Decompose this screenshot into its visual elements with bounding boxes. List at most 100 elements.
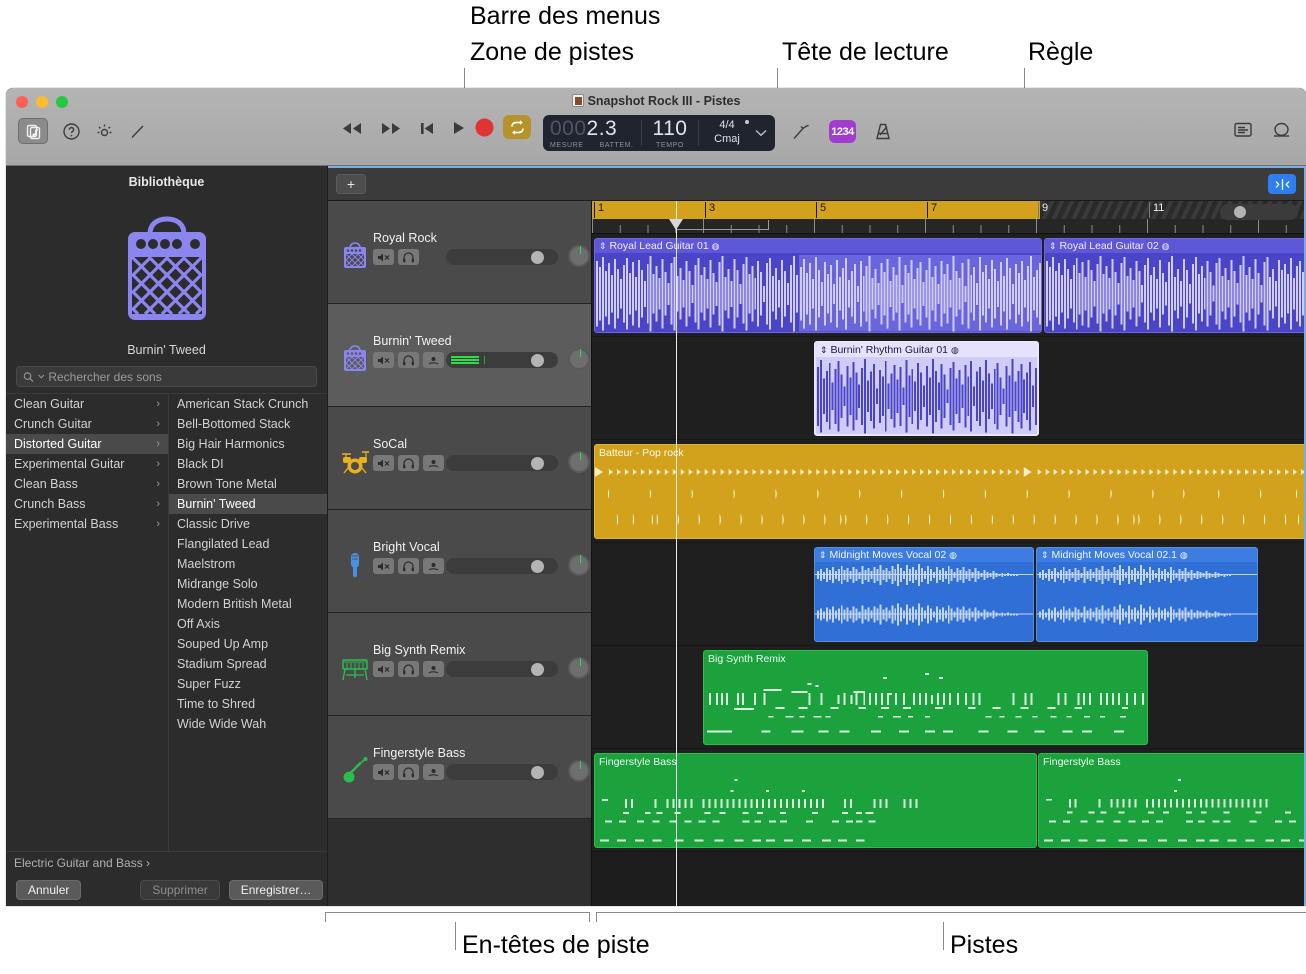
track-lane[interactable]: ⇕ Burnin' Rhythm Guitar 01 ◍ (592, 337, 1304, 440)
track-name[interactable]: Burnin' Tweed (373, 334, 452, 348)
record-icon[interactable] (474, 117, 495, 138)
pan-knob[interactable] (568, 657, 590, 679)
library-patch-item[interactable]: Super Fuzz (169, 674, 327, 694)
library-patch-item[interactable]: Classic Drive (169, 514, 327, 534)
region-fingerstyle-bass-2[interactable]: Fingerstyle Bass (1038, 753, 1304, 848)
volume-slider[interactable] (446, 661, 558, 677)
mute-button[interactable] (373, 764, 394, 780)
delete-button[interactable]: Supprimer (140, 880, 219, 900)
library-patch-item[interactable]: Midrange Solo (169, 574, 327, 594)
playhead-handle[interactable] (669, 219, 683, 230)
library-patch-item[interactable]: Bell-Bottomed Stack (169, 414, 327, 434)
appearance-icon[interactable] (95, 122, 114, 141)
count-in-button[interactable]: 1234 (829, 120, 856, 143)
lcd-display[interactable]: 0002.3 MESUREBATTEM. 110 TEMPO 4/4 Cmaj (543, 115, 775, 151)
library-patch-item[interactable]: Big Hair Harmonics (169, 434, 327, 454)
pan-knob[interactable] (568, 245, 590, 267)
volume-slider[interactable] (446, 352, 558, 368)
library-patch-item[interactable]: Time to Shred (169, 694, 327, 714)
chevron-down-icon[interactable] (755, 129, 767, 137)
library-patch-item[interactable]: Wide Wide Wah (169, 714, 327, 734)
track-header-bright-vocal[interactable]: Bright Vocal (328, 510, 591, 613)
record-enable-button[interactable] (423, 764, 444, 780)
library-category-item[interactable]: Clean Bass› (6, 474, 168, 494)
volume-knob[interactable] (531, 560, 544, 573)
solo-button[interactable] (398, 352, 419, 368)
mute-button[interactable] (373, 455, 394, 471)
solo-button[interactable] (398, 455, 419, 471)
play-icon[interactable] (452, 120, 466, 136)
library-patch-item-selected[interactable]: Burnin' Tweed (169, 494, 327, 514)
track-name[interactable]: SoCal (373, 437, 407, 451)
pan-knob[interactable] (568, 760, 590, 782)
mute-button[interactable] (373, 661, 394, 677)
loop-browser-icon[interactable] (1271, 120, 1292, 139)
playhead[interactable] (676, 201, 677, 906)
goto-start-icon[interactable] (419, 121, 435, 136)
track-lane[interactable]: ⇕ Royal Lead Guitar 01 ◍ (592, 234, 1304, 337)
track-name[interactable]: Bright Vocal (373, 540, 440, 554)
metronome-icon[interactable] (873, 122, 893, 141)
library-patch-item[interactable]: Maelstrom (169, 554, 327, 574)
library-breadcrumb[interactable]: Electric Guitar and Bass › (6, 851, 327, 873)
library-category-item[interactable]: Experimental Guitar› (6, 454, 168, 474)
rewind-icon[interactable] (341, 121, 363, 136)
volume-knob[interactable] (531, 251, 544, 264)
library-category-item[interactable]: Crunch Guitar› (6, 414, 168, 434)
solo-button[interactable] (398, 558, 419, 574)
solo-button[interactable] (398, 249, 419, 265)
record-enable-button[interactable] (423, 455, 444, 471)
region-royal-lead-guitar-02[interactable]: ⇕ Royal Lead Guitar 02 ◍ (1044, 238, 1304, 333)
track-header-fingerstyle-bass[interactable]: Fingerstyle Bass (328, 716, 591, 819)
track-header-big-synth-remix[interactable]: Big Synth Remix (328, 613, 591, 716)
solo-button[interactable] (398, 764, 419, 780)
cancel-button[interactable]: Annuler (16, 880, 81, 900)
pencil-icon[interactable] (128, 122, 147, 141)
lcd-signature-key[interactable]: 4/4 Cmaj (699, 115, 755, 151)
library-patch-item[interactable]: Brown Tone Metal (169, 474, 327, 494)
add-track-button[interactable]: + (336, 174, 366, 194)
track-lane[interactable]: Big Synth Remix (592, 646, 1304, 749)
region-big-synth-remix[interactable]: Big Synth Remix (703, 650, 1148, 745)
notes-icon[interactable] (1233, 121, 1253, 138)
library-toggle-button[interactable] (18, 118, 48, 144)
track-canvas[interactable]: 1 3 5 7 9 11 (592, 201, 1304, 906)
library-patch-item[interactable]: American Stack Crunch (169, 394, 327, 414)
track-name[interactable]: Big Synth Remix (373, 643, 465, 657)
library-category-item[interactable]: Crunch Bass› (6, 494, 168, 514)
mute-button[interactable] (373, 558, 394, 574)
volume-slider[interactable] (446, 764, 558, 780)
track-lane[interactable]: Batteur - Pop rock (592, 440, 1304, 543)
library-patch-item[interactable]: Black DI (169, 454, 327, 474)
mute-button[interactable] (373, 352, 394, 368)
zoom-slider[interactable] (1220, 204, 1298, 220)
region-burnin-rhythm-guitar-01[interactable]: ⇕ Burnin' Rhythm Guitar 01 ◍ (814, 341, 1039, 436)
track-header-burnin-tweed[interactable]: Burnin' Tweed (328, 304, 591, 407)
record-enable-button[interactable] (423, 352, 444, 368)
region-royal-lead-guitar-01[interactable]: ⇕ Royal Lead Guitar 01 ◍ (594, 238, 1042, 333)
library-category-item[interactable]: Clean Guitar› (6, 394, 168, 414)
library-patch-item[interactable]: Souped Up Amp (169, 634, 327, 654)
flex-time-button[interactable] (1268, 174, 1296, 194)
library-search[interactable] (16, 366, 317, 387)
volume-knob[interactable] (531, 354, 544, 367)
track-lane[interactable]: Fingerstyle Bass (592, 749, 1304, 852)
volume-knob[interactable] (531, 663, 544, 676)
region-fingerstyle-bass-1[interactable]: Fingerstyle Bass (594, 753, 1037, 848)
library-patch-item[interactable]: Stadium Spread (169, 654, 327, 674)
cycle-range-handle[interactable] (676, 220, 769, 230)
volume-slider[interactable] (446, 455, 558, 471)
mute-button[interactable] (373, 249, 394, 265)
pan-knob[interactable] (568, 348, 590, 370)
track-header-royal-rock[interactable]: Royal Rock (328, 201, 591, 304)
zoom-slider-knob[interactable] (1234, 206, 1246, 218)
help-icon[interactable] (62, 122, 81, 141)
record-enable-button[interactable] (423, 661, 444, 677)
cycle-button[interactable] (503, 115, 531, 139)
tuner-icon[interactable] (791, 122, 812, 141)
library-patch-item[interactable]: Modern British Metal (169, 594, 327, 614)
pan-knob[interactable] (568, 554, 590, 576)
library-category-item-selected[interactable]: Distorted Guitar› (6, 434, 168, 454)
volume-slider[interactable] (446, 249, 558, 265)
library-patch-item[interactable]: Flangilated Lead (169, 534, 327, 554)
